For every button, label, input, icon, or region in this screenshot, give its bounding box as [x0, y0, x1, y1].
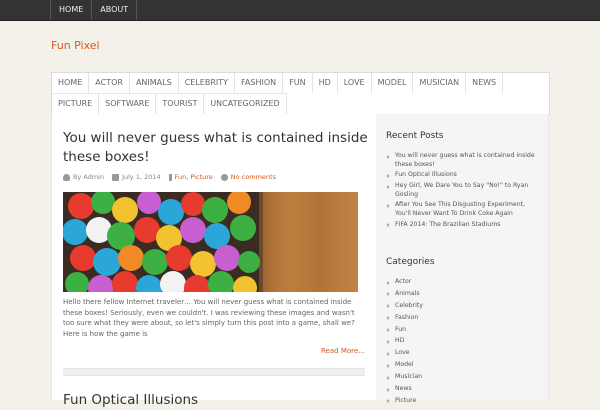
category-nav-item[interactable]: MODEL [372, 73, 414, 93]
category-link[interactable]: Fun [386, 326, 541, 335]
category-nav-item[interactable]: FASHION [235, 73, 284, 93]
folder-icon [168, 173, 172, 181]
category-nav-item[interactable]: UNCATEGORIZED [204, 94, 287, 114]
post-thumbnail[interactable] [63, 192, 358, 292]
post-excerpt: Hello there fellow Internet traveler… Yo… [63, 298, 355, 338]
top-bar: HOME ABOUT [0, 0, 600, 21]
category-nav-item[interactable]: ACTOR [89, 73, 130, 93]
category-nav-item[interactable]: FUN [283, 73, 313, 93]
category-nav: HOME ACTOR ANIMALS CELEBRITY FASHION FUN… [51, 72, 550, 115]
comments-icon [220, 173, 228, 181]
category-nav-item[interactable]: ANIMALS [130, 73, 179, 93]
category-nav-item[interactable]: HD [313, 73, 338, 93]
recent-posts-title: Recent Posts [386, 131, 444, 141]
category-link[interactable]: Animals [386, 290, 541, 299]
category-nav-row-1: HOME ACTOR ANIMALS CELEBRITY FASHION FUN… [52, 73, 504, 93]
calendar-icon [112, 173, 120, 181]
category-nav-item[interactable]: MUSICIAN [413, 73, 467, 93]
post-date-text: July 1, 2014 [122, 173, 161, 181]
category-link[interactable]: Musician [386, 373, 541, 382]
recent-post-link[interactable]: Hey Girl, We Dare You to Say "No!" to Ry… [386, 182, 541, 199]
post-meta: By Admin July 1, 2014 Fun, Picture No co… [63, 172, 284, 182]
category-link[interactable]: Fashion [386, 314, 541, 323]
category-nav-row-2: PICTURE SOFTWARE TOURIST UNCATEGORIZED [52, 93, 287, 114]
post-author: By Admin [63, 173, 104, 181]
category-nav-item[interactable]: LOVE [338, 73, 372, 93]
post-divider [63, 368, 365, 376]
category-link[interactable]: HD [386, 337, 541, 346]
category-link[interactable]: Picture [386, 397, 541, 406]
recent-post-link[interactable]: After You See This Disgusting Experiment… [386, 201, 541, 218]
recent-post-link[interactable]: FIFA 2014: The Brazilian Stadiums [386, 221, 541, 230]
category-nav-item[interactable]: CELEBRITY [179, 73, 236, 93]
recent-posts-list: You will never guess what is contained i… [386, 152, 541, 231]
category-nav-item[interactable]: NEWS [466, 73, 504, 93]
post-comments: No comments [220, 173, 276, 181]
top-nav-home[interactable]: HOME [50, 0, 93, 20]
post-tags-link[interactable]: Fun, Picture [175, 173, 213, 181]
post-title[interactable]: You will never guess what is contained i… [63, 129, 368, 167]
post-date: July 1, 2014 [112, 173, 161, 181]
post-author-text: By Admin [73, 173, 105, 181]
category-link[interactable]: Love [386, 349, 541, 358]
category-nav-item[interactable]: HOME [52, 73, 90, 93]
category-link[interactable]: Model [386, 361, 541, 370]
recent-post-link[interactable]: You will never guess what is contained i… [386, 152, 541, 169]
categories-title: Categories [386, 257, 435, 267]
site-title[interactable]: Fun Pixel [51, 39, 100, 52]
balloons-image [63, 192, 358, 292]
post-title-2[interactable]: Fun Optical Illusions [63, 391, 368, 410]
recent-post-link[interactable]: Fun Optical Illusions [386, 171, 541, 180]
read-more-link[interactable]: Read More... [321, 347, 365, 355]
category-nav-item[interactable]: PICTURE [52, 94, 100, 114]
user-icon [63, 173, 70, 181]
post-comments-link[interactable]: No comments [231, 173, 276, 181]
top-nav-about[interactable]: ABOUT [92, 0, 138, 20]
category-nav-item[interactable]: TOURIST [156, 94, 205, 114]
category-nav-item[interactable]: SOFTWARE [99, 94, 157, 114]
top-nav: HOME ABOUT [50, 0, 138, 20]
post-tags: Fun, Picture [168, 173, 213, 181]
category-link[interactable]: Actor [386, 278, 541, 287]
categories-list: Actor Animals Celebrity Fashion Fun HD L… [386, 278, 541, 409]
category-link[interactable]: News [386, 385, 541, 394]
category-link[interactable]: Celebrity [386, 302, 541, 311]
main-content: You will never guess what is contained i… [51, 114, 377, 408]
sidebar: Recent Posts You will never guess what i… [376, 114, 549, 404]
